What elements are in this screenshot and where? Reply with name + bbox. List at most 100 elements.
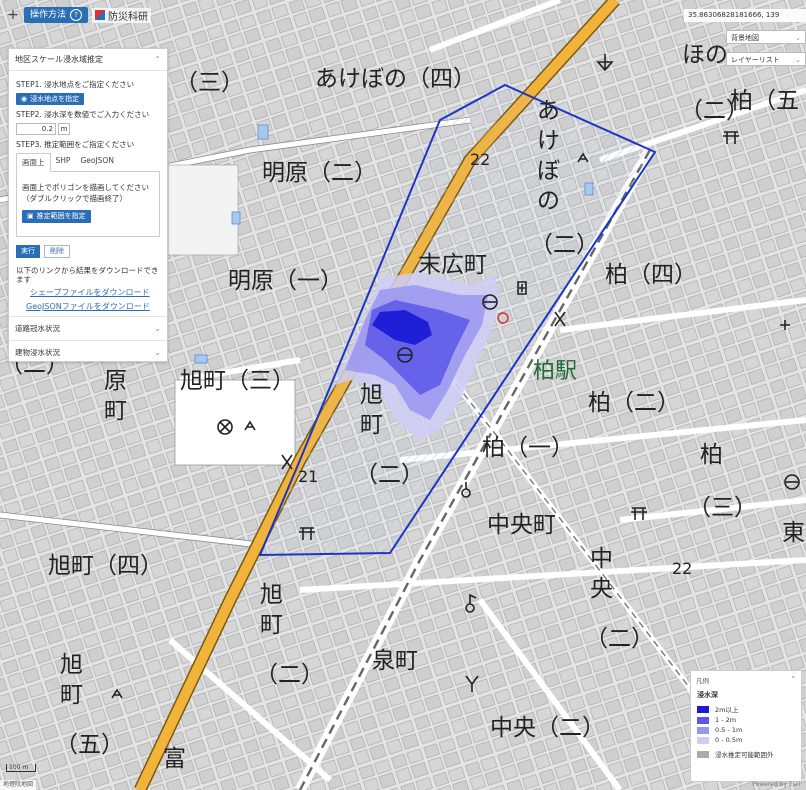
label-kashiwa4: 柏（四） [605,262,697,288]
bosai-logo-icon [95,10,106,20]
label-asahi-v2-0: 旭 [260,582,283,608]
water-1 [257,124,269,140]
label-akebono-v-2: ぼ [537,158,560,184]
label-izumicho: 泉町 [372,648,418,674]
base-map-label: 背景地図 [731,34,759,42]
delete-button[interactable]: 削除 [44,245,70,258]
flood-estimation-panel: 地区スケール浸水域推定 ⌃ STEP1. 浸水地点をご指定ください ◉ 浸水地点… [8,48,168,362]
label-harumachi-0: 原 [104,368,127,394]
legend-item: 0.5 - 1m [691,725,801,735]
pin-icon: ◉ [21,95,28,103]
tab-content: 画面上でポリゴンを描画してください （ダブルクリックで描画終了） ▣ 推定範囲を… [16,172,160,237]
operation-guide-button[interactable]: 操作方法 ? [24,7,89,23]
label-asahi-v5-2: （五） [55,732,124,758]
chevron-up-icon[interactable]: ⌃ [154,55,161,64]
scale-bar: 100 m [6,764,36,772]
label-tomi: 富 [163,746,186,772]
tab-shp[interactable]: SHP [51,153,76,171]
legend-swatch [697,736,709,744]
label-chuocho: 中央町 [487,512,556,538]
draw-hint-2: （ダブルクリックで描画終了） [22,194,127,203]
label-asahi-v2-1: 町 [260,612,283,638]
legend-item: 浸水推定可能範囲外 [691,748,801,760]
legend-title: 浸水深 [697,691,718,699]
legend-item: 2m以上 [691,703,801,715]
tab-geojson[interactable]: GeoJSON [75,153,119,171]
chevron-up-icon[interactable]: ⌃ [791,675,796,685]
legend-swatch [697,726,709,734]
set-range-button[interactable]: ▣ 推定範囲を指定 [22,210,91,223]
legend-label: 1 - 2m [715,716,737,724]
label-higashi: 東 [782,520,805,546]
chevron-down-icon: ⌄ [154,324,161,333]
water-2 [231,211,241,225]
label-asahicho-v-2: （二） [355,462,424,488]
school-block-nw [167,164,239,256]
label-akebono-v-1: け [537,128,560,154]
panel-title: 地区スケール浸水域推定 [15,55,103,64]
label-chuo-v-1: 央 [590,576,613,602]
label-asahicho3: 旭町（三） [180,368,295,394]
road-flood-accordion[interactable]: 道路冠水状況 ⌄ [9,316,167,340]
set-flood-point-button[interactable]: ◉ 浸水地点を指定 [16,93,85,105]
download-shp-link[interactable]: シェープファイルをダウンロード [16,287,160,298]
attribution-left[interactable]: 地理院地図 [0,780,37,790]
depth-unit: m [58,123,70,135]
legend-header-label: 凡例 [696,677,709,685]
building-flood-label: 建物浸水状況 [15,348,60,357]
label-kashiwa1: 柏（一） [482,435,574,461]
road-flood-label: 道路冠水状況 [15,324,60,333]
label-asahi-v2-2: （二） [255,662,324,688]
legend-swatch [697,750,709,758]
step3-text: STEP3. 推定範囲をご指定ください [16,140,135,149]
coordinate-readout: 35.86306828181666, 139 [684,9,806,22]
run-button[interactable]: 実行 [16,245,40,258]
tab-onscreen[interactable]: 画面上 [16,153,51,172]
legend-swatch [697,705,709,713]
zoom-in-button[interactable]: + [6,7,20,23]
step1-text: STEP1. 浸水地点をご指定ください [16,80,135,89]
label-akebono-v-3: の [537,188,560,214]
attribution-right[interactable]: Powered by Esri [752,780,800,790]
download-text: 以下のリンクから結果をダウンロードできます [16,266,159,284]
draw-hint-1: 画面上でポリゴンを描画してください [22,183,150,192]
chevron-down-icon: ⌄ [795,34,801,42]
legend-label: 0 - 0.5m [715,736,743,744]
building-flood-accordion[interactable]: 建物浸水状況 ⌄ [9,340,167,364]
legend-header[interactable]: 凡例 ⌃ [691,671,801,689]
label-harumachi-1: 町 [104,398,127,424]
label-kashiwa-station: 柏駅 [533,359,577,384]
panel-header[interactable]: 地区スケール浸水域推定 ⌃ [9,49,167,71]
legend-item: 0 - 0.5m [691,735,801,745]
download-geojson-link[interactable]: GeoJSONファイルをダウンロード [16,301,160,312]
chevron-down-icon: ⌄ [154,348,161,357]
set-flood-point-label: 浸水地点を指定 [30,95,80,103]
label-meihara1: 明原（一） [228,268,343,294]
depth-row: 0.2 m [16,123,160,135]
label-asahi-v5-0: 旭 [60,652,83,678]
depth-input[interactable]: 0.2 [16,123,56,135]
label-akebono4: あけぼの（四） [315,66,476,92]
layer-list-label: レイヤーリスト [731,56,780,64]
label-suehiro: 末広町 [418,252,487,278]
label-chuo-v-2: （二） [585,626,654,652]
water-3 [584,182,594,196]
label-chuo2: 中央（二） [490,715,605,741]
route-22-a: 22 [470,150,490,169]
panel-body: STEP1. 浸水地点をご指定ください ◉ 浸水地点を指定 STEP2. 浸水深… [9,71,167,316]
label-san-nw: （三） [175,70,244,96]
label-kashiwa-r: 柏 [700,442,723,468]
run-row: 実行 削除 [16,245,160,258]
legend-label: 0.5 - 1m [715,726,743,734]
layer-list-selector[interactable]: レイヤーリスト ⌄ [726,52,806,66]
label-akebono-v-0: あ [537,98,560,124]
legend-label: 2m以上 [715,706,739,714]
label-kashiwa-r3: （三） [688,495,757,521]
base-map-selector[interactable]: 背景地図 ⌄ [726,30,806,44]
chevron-down-icon: ⌄ [795,56,801,64]
top-toolbar: + 操作方法 ? 防災科研 [6,6,152,24]
brand-name: 防災科研 [108,11,149,23]
label-hono: ほの [682,42,728,68]
label-asahicho-v-1: 町 [360,412,383,438]
step2-text: STEP2. 浸水深を数値でご入力ください [16,110,150,119]
